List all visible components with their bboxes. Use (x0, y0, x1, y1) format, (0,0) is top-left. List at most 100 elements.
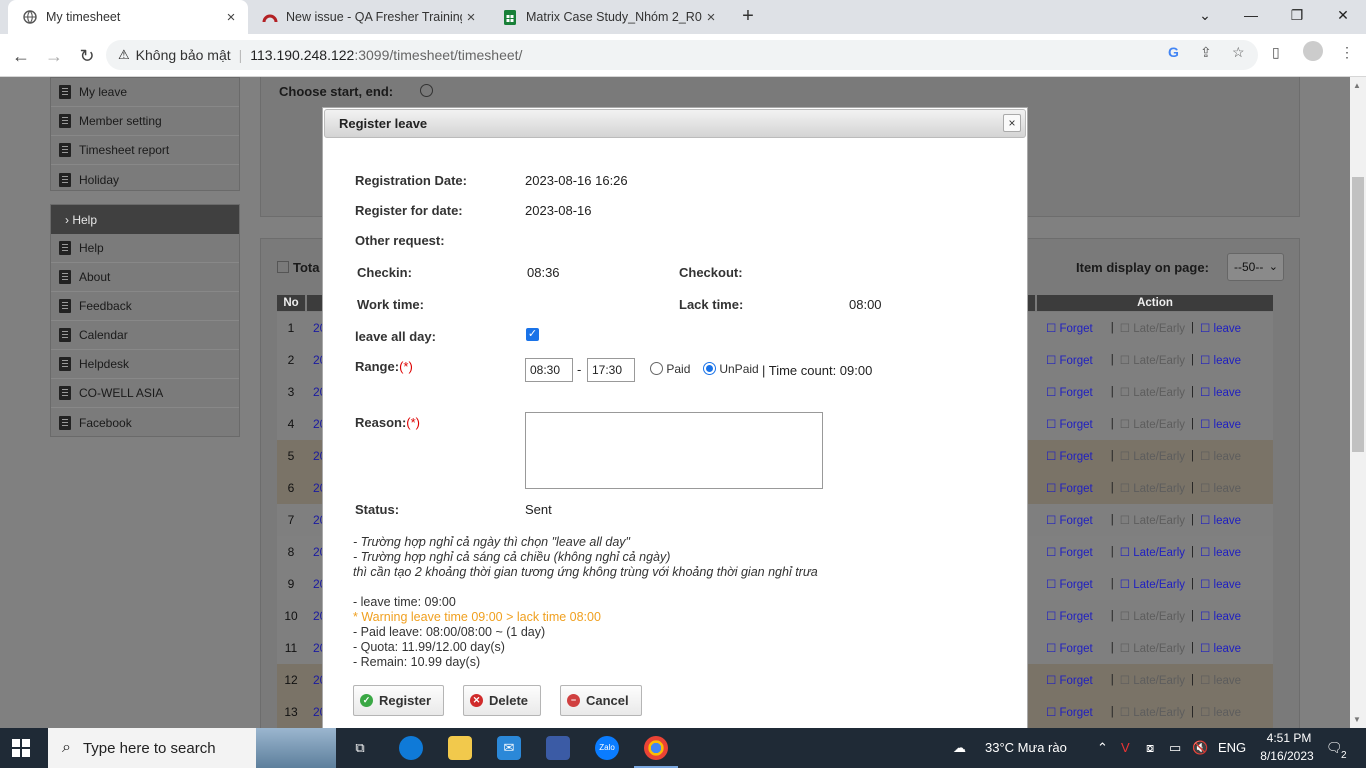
scrollbar-thumb[interactable] (1352, 177, 1364, 452)
sidebar-item-holiday[interactable]: Holiday (51, 165, 239, 194)
leave-link[interactable]: ☐ leave (1200, 577, 1241, 591)
windows-start-icon[interactable] (12, 739, 30, 762)
forget-link[interactable]: ☐ Forget (1046, 481, 1093, 495)
sidebar-item-facebook[interactable]: Facebook (51, 408, 239, 437)
sidebar-item-member-setting[interactable]: Member setting (51, 107, 239, 136)
sidebar-item-calendar[interactable]: Calendar (51, 321, 239, 350)
late-early-link[interactable]: ☐ Late/Early (1120, 673, 1185, 687)
forget-link[interactable]: ☐ Forget (1046, 609, 1093, 623)
store-icon[interactable] (546, 736, 570, 760)
tab-close-icon[interactable]: × (702, 9, 720, 26)
forget-link[interactable]: ☐ Forget (1046, 321, 1093, 335)
late-early-link[interactable]: ☐ Late/Early (1120, 417, 1185, 431)
minimize-button[interactable]: — (1228, 0, 1274, 30)
tab-new-issue[interactable]: New issue - QA Fresher Training × (248, 0, 488, 34)
side-panel-icon[interactable]: ▯ (1272, 44, 1280, 61)
leave-link[interactable]: ☐ leave (1200, 513, 1241, 527)
leave-link[interactable]: ☐ leave (1200, 641, 1241, 655)
late-early-link[interactable]: ☐ Late/Early (1120, 545, 1185, 559)
late-early-link[interactable]: ☐ Late/Early (1120, 481, 1185, 495)
clock-date[interactable]: 8/16/2023 (1252, 749, 1322, 763)
forget-link[interactable]: ☐ Forget (1046, 641, 1093, 655)
sidebar-item-about[interactable]: About (51, 263, 239, 292)
task-view-icon[interactable]: ⧉ (348, 736, 372, 760)
device-icon[interactable]: ⧇ (1146, 728, 1154, 768)
file-explorer-icon[interactable] (448, 736, 472, 760)
unpaid-option[interactable]: UnPaid (703, 362, 759, 376)
leave-link[interactable]: ☐ leave (1200, 353, 1241, 367)
forget-link[interactable]: ☐ Forget (1046, 545, 1093, 559)
sidebar-item-cowell-asia[interactable]: CO-WELL ASIA (51, 379, 239, 408)
cancel-button[interactable]: − Cancel (560, 685, 642, 716)
tab-my-timesheet[interactable]: My timesheet × (8, 0, 248, 34)
range-start-input[interactable] (525, 358, 573, 382)
tray-chevron-icon[interactable]: ⌃ (1097, 728, 1108, 768)
weather-icon[interactable]: ☁ (953, 728, 966, 768)
leave-link[interactable]: ☐ leave (1200, 673, 1241, 687)
antivirus-icon[interactable]: V (1121, 728, 1130, 768)
late-early-link[interactable]: ☐ Late/Early (1120, 577, 1185, 591)
sidebar-help-header[interactable]: › Help (51, 205, 239, 234)
paid-radio[interactable] (650, 362, 663, 375)
choose-radio[interactable] (420, 84, 433, 97)
forget-link[interactable]: ☐ Forget (1046, 673, 1093, 687)
menu-kebab-icon[interactable]: ⋮ (1340, 44, 1354, 61)
bookmark-star-icon[interactable]: ☆ (1232, 44, 1245, 61)
leave-link[interactable]: ☐ leave (1200, 417, 1241, 431)
restore-button[interactable]: ❐ (1274, 0, 1320, 30)
unpaid-radio[interactable] (703, 362, 716, 375)
forget-link[interactable]: ☐ Forget (1046, 577, 1093, 591)
scroll-up-icon[interactable]: ▲ (1353, 81, 1361, 90)
late-early-link[interactable]: ☐ Late/Early (1120, 641, 1185, 655)
register-button[interactable]: ✓ Register (353, 685, 445, 716)
forget-link[interactable]: ☐ Forget (1046, 417, 1093, 431)
forget-link[interactable]: ☐ Forget (1046, 705, 1093, 719)
sidebar-item-my-leave[interactable]: My leave (51, 78, 239, 107)
weather-text[interactable]: 33°C Mưa rào (985, 728, 1067, 768)
google-icon[interactable]: G (1168, 44, 1179, 60)
url-field[interactable]: ⚠ Không bảo mật | 113.190.248.122:3099/t… (106, 40, 1258, 70)
late-early-link[interactable]: ☐ Late/Early (1120, 705, 1185, 719)
forward-icon[interactable]: → (41, 43, 67, 69)
sidebar-item-feedback[interactable]: Feedback (51, 292, 239, 321)
mail-icon[interactable]: ✉ (497, 736, 521, 760)
delete-button[interactable]: ✕ Delete (463, 685, 542, 716)
late-early-link[interactable]: ☐ Late/Early (1120, 385, 1185, 399)
reason-textarea[interactable] (525, 412, 823, 489)
zalo-icon[interactable]: Zalo (595, 736, 619, 760)
sidebar-item-help[interactable]: Help (51, 234, 239, 263)
share-icon[interactable]: ⇪ (1200, 44, 1212, 61)
close-window-button[interactable]: ✕ (1320, 0, 1366, 30)
page-scrollbar[interactable]: ▲ ▼ (1350, 77, 1366, 728)
sidebar-item-helpdesk[interactable]: Helpdesk (51, 350, 239, 379)
network-icon[interactable]: ▭ (1169, 728, 1181, 768)
late-early-link[interactable]: ☐ Late/Early (1120, 609, 1185, 623)
taskbar-search-box[interactable]: ⌕ Type here to search (48, 728, 336, 768)
tab-close-icon[interactable]: × (222, 9, 240, 26)
late-early-link[interactable]: ☐ Late/Early (1120, 513, 1185, 527)
clock-time[interactable]: 4:51 PM (1260, 731, 1318, 745)
tab-close-icon[interactable]: × (462, 9, 480, 26)
forget-link[interactable]: ☐ Forget (1046, 353, 1093, 367)
leave-link[interactable]: ☐ leave (1200, 705, 1241, 719)
tab-matrix-case-study[interactable]: Matrix Case Study_Nhóm 2_R06 × (488, 0, 728, 34)
chrome-icon[interactable] (644, 736, 668, 760)
notification-icon[interactable]: 🗨 (1326, 728, 1343, 768)
range-end-input[interactable] (587, 358, 635, 382)
edge-icon[interactable] (399, 736, 423, 760)
page-size-select[interactable]: --50-- ⌄ (1227, 253, 1284, 281)
leave-all-day-checkbox[interactable]: ✓ (526, 328, 539, 341)
forget-link[interactable]: ☐ Forget (1046, 385, 1093, 399)
late-early-link[interactable]: ☐ Late/Early (1120, 449, 1185, 463)
late-early-link[interactable]: ☐ Late/Early (1120, 321, 1185, 335)
leave-link[interactable]: ☐ leave (1200, 385, 1241, 399)
reload-icon[interactable]: ↻ (74, 43, 100, 69)
volume-muted-icon[interactable]: 🔇 (1192, 728, 1208, 768)
new-tab-button[interactable]: + (737, 4, 759, 28)
scroll-down-icon[interactable]: ▼ (1353, 715, 1361, 724)
tab-search-icon[interactable]: ⌄ (1182, 0, 1228, 30)
forget-link[interactable]: ☐ Forget (1046, 449, 1093, 463)
sidebar-item-timesheet-report[interactable]: Timesheet report (51, 136, 239, 165)
dialog-close-icon[interactable]: × (1003, 114, 1021, 132)
language-indicator[interactable]: ENG (1218, 728, 1246, 768)
